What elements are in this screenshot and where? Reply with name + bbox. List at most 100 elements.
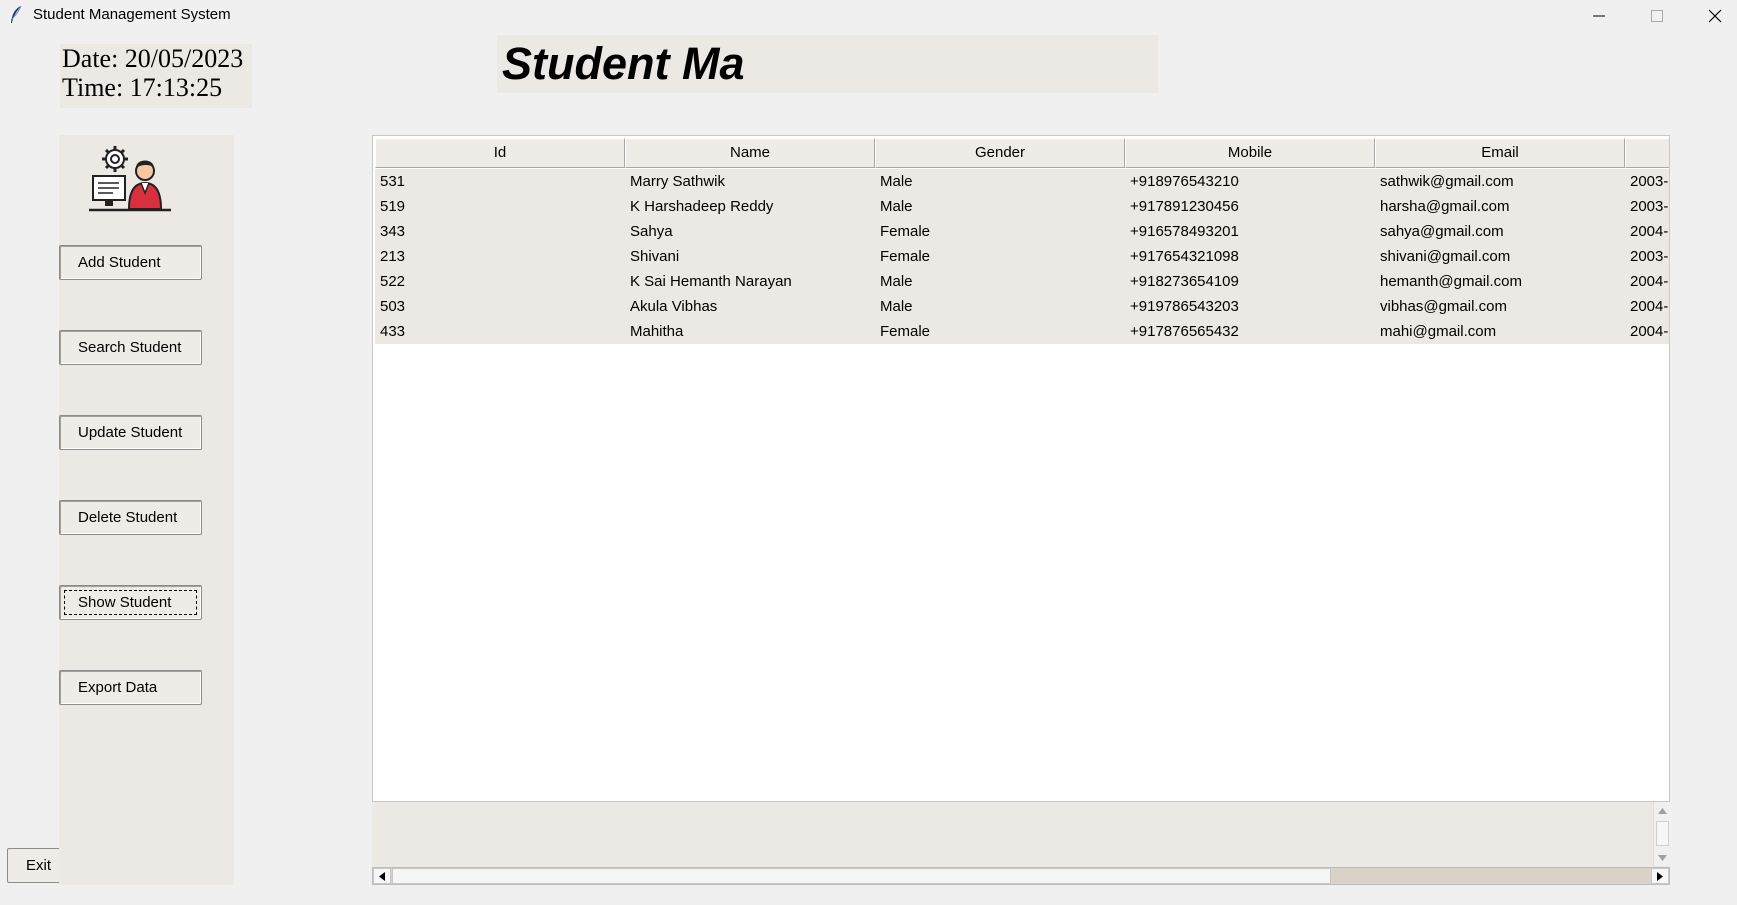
table-cell: 213 bbox=[380, 248, 406, 265]
clock: Date: 20/05/2023 Time: 17:13:25 bbox=[60, 44, 252, 108]
table-row[interactable]: 213 Shivani Female +917654321098 shivani@gma… bbox=[375, 244, 1669, 269]
horizontal-scrollbar[interactable] bbox=[372, 867, 1670, 885]
maximize-button[interactable] bbox=[1629, 0, 1685, 32]
title-bar: Student Management System bbox=[0, 0, 1737, 32]
date-label: Date: 20/05/2023 bbox=[62, 44, 244, 73]
maximize-icon bbox=[1651, 10, 1663, 22]
chevron-left-icon bbox=[379, 871, 385, 881]
table-cell: 2003-1 bbox=[1630, 198, 1669, 215]
feather-icon bbox=[11, 5, 22, 23]
search-student-button[interactable]: Search Student bbox=[59, 330, 202, 365]
delete-student-button[interactable]: Delete Student bbox=[59, 500, 202, 535]
table-header: Id Name Gender Mobile Email bbox=[375, 138, 1669, 168]
search-student-label: Search Student bbox=[78, 339, 182, 356]
show-student-button[interactable]: Show Student bbox=[59, 585, 202, 620]
table-row[interactable]: 522 K Sai Hemanth Narayan Male +91827365410… bbox=[375, 269, 1669, 294]
table-row[interactable]: 343 Sahya Female +916578493201 sahya@gmail.c… bbox=[375, 219, 1669, 244]
table-cell: +918273654109 bbox=[1130, 273, 1239, 290]
table-cell: mahi@gmail.com bbox=[1380, 323, 1497, 340]
time-label: Time: 17:13:25 bbox=[62, 73, 223, 102]
table-cell: Male bbox=[880, 198, 913, 215]
horizontal-scroll-thumb[interactable] bbox=[392, 868, 1331, 884]
table-cell: Female bbox=[880, 223, 931, 240]
table-cell: sahya@gmail.com bbox=[1380, 223, 1504, 240]
table-cell: Marry Sathwik bbox=[630, 173, 726, 190]
table-cell: 2003-1 bbox=[1630, 248, 1669, 265]
heading-banner: Student Ma bbox=[497, 35, 1158, 93]
scroll-up-button[interactable] bbox=[1654, 802, 1671, 819]
page-title: Student Ma bbox=[502, 38, 745, 89]
table-cell: harsha@gmail.com bbox=[1380, 198, 1510, 215]
window-title: Student Management System bbox=[33, 6, 231, 23]
column-header[interactable]: Mobile bbox=[1125, 138, 1375, 168]
minimize-button[interactable] bbox=[1571, 0, 1627, 32]
export-data-button[interactable]: Export Data bbox=[59, 670, 202, 705]
table-cell: +919786543203 bbox=[1130, 298, 1239, 315]
column-header[interactable]: Gender bbox=[875, 138, 1125, 168]
exit-button[interactable]: Exit bbox=[7, 848, 59, 883]
table-cell: Akula Vibhas bbox=[630, 298, 718, 315]
update-student-button[interactable]: Update Student bbox=[59, 415, 202, 450]
table-cell: Shivani bbox=[630, 248, 680, 265]
vertical-scrollbar[interactable] bbox=[1653, 802, 1670, 866]
student-table[interactable]: Id Name Gender Mobile Email 531 Marry Sathwik… bbox=[372, 135, 1670, 802]
table-row[interactable]: 519 K Harshadeep Reddy Male +917891230456 ha… bbox=[375, 194, 1669, 219]
table-row[interactable]: 433 Mahitha Female +917876565432 mahi@gmail.… bbox=[375, 319, 1669, 344]
exit-label: Exit bbox=[26, 857, 52, 874]
table-cell: 343 bbox=[380, 223, 406, 240]
table-cell: 2004-1 bbox=[1630, 223, 1669, 240]
table-cell: +917891230456 bbox=[1130, 198, 1239, 215]
table-cell: +918976543210 bbox=[1130, 173, 1239, 190]
chevron-down-icon bbox=[1658, 854, 1667, 861]
scroll-left-button[interactable] bbox=[373, 868, 391, 884]
student-admin-icon bbox=[89, 146, 171, 212]
table-footer-area bbox=[372, 802, 1670, 868]
table-cell: Female bbox=[880, 248, 931, 265]
table-row[interactable]: 503 Akula Vibhas Male +919786543203 vibhas@g… bbox=[375, 294, 1669, 319]
table-cell: Sahya bbox=[630, 223, 673, 240]
table-cell: +917654321098 bbox=[1130, 248, 1239, 265]
column-header[interactable]: Email bbox=[1375, 138, 1625, 168]
add-student-label: Add Student bbox=[78, 254, 161, 271]
table-cell: 519 bbox=[380, 198, 406, 215]
table-cell: hemanth@gmail.com bbox=[1380, 273, 1522, 290]
delete-student-label: Delete Student bbox=[78, 509, 178, 526]
export-data-label: Export Data bbox=[78, 679, 158, 696]
table-cell: 2004-0 bbox=[1630, 323, 1669, 340]
add-student-button[interactable]: Add Student bbox=[59, 245, 202, 280]
scroll-right-button[interactable] bbox=[1651, 868, 1669, 884]
table-cell: K Harshadeep Reddy bbox=[630, 198, 774, 215]
close-icon bbox=[1708, 9, 1722, 23]
column-header[interactable]: Id bbox=[375, 138, 625, 168]
chevron-up-icon bbox=[1658, 807, 1667, 814]
table-cell: 433 bbox=[380, 323, 406, 340]
table-row[interactable]: 531 Marry Sathwik Male +918976543210 sathwik… bbox=[375, 169, 1669, 194]
vertical-scroll-thumb[interactable] bbox=[1656, 821, 1669, 846]
show-student-label: Show Student bbox=[78, 594, 172, 611]
table-cell: 522 bbox=[380, 273, 406, 290]
table-cell: vibhas@gmail.com bbox=[1380, 298, 1507, 315]
table-cell: Male bbox=[880, 173, 913, 190]
update-student-label: Update Student bbox=[78, 424, 183, 441]
scroll-down-button[interactable] bbox=[1654, 849, 1671, 866]
table-cell: 2004-0 bbox=[1630, 273, 1669, 290]
table-cell: 503 bbox=[380, 298, 406, 315]
table-cell: Mahitha bbox=[630, 323, 684, 340]
table-cell: K Sai Hemanth Narayan bbox=[630, 273, 792, 290]
table-cell: +917876565432 bbox=[1130, 323, 1239, 340]
table-cell: Male bbox=[880, 298, 913, 315]
chevron-right-icon bbox=[1657, 871, 1663, 881]
table-cell: Male bbox=[880, 273, 913, 290]
table-cell: 2003-1 bbox=[1630, 173, 1669, 190]
column-header[interactable]: Name bbox=[625, 138, 875, 168]
minimize-icon bbox=[1593, 15, 1605, 17]
table-cell: +916578493201 bbox=[1130, 223, 1239, 240]
close-button[interactable] bbox=[1687, 0, 1737, 32]
table-body: 531 Marry Sathwik Male +918976543210 sathwik… bbox=[375, 169, 1669, 344]
table-cell: 531 bbox=[380, 173, 406, 190]
column-header[interactable] bbox=[1625, 138, 1669, 168]
table-cell: Female bbox=[880, 323, 931, 340]
table-cell: sathwik@gmail.com bbox=[1380, 173, 1514, 190]
table-cell: shivani@gmail.com bbox=[1380, 248, 1511, 265]
table-cell: 2004-0 bbox=[1630, 298, 1669, 315]
